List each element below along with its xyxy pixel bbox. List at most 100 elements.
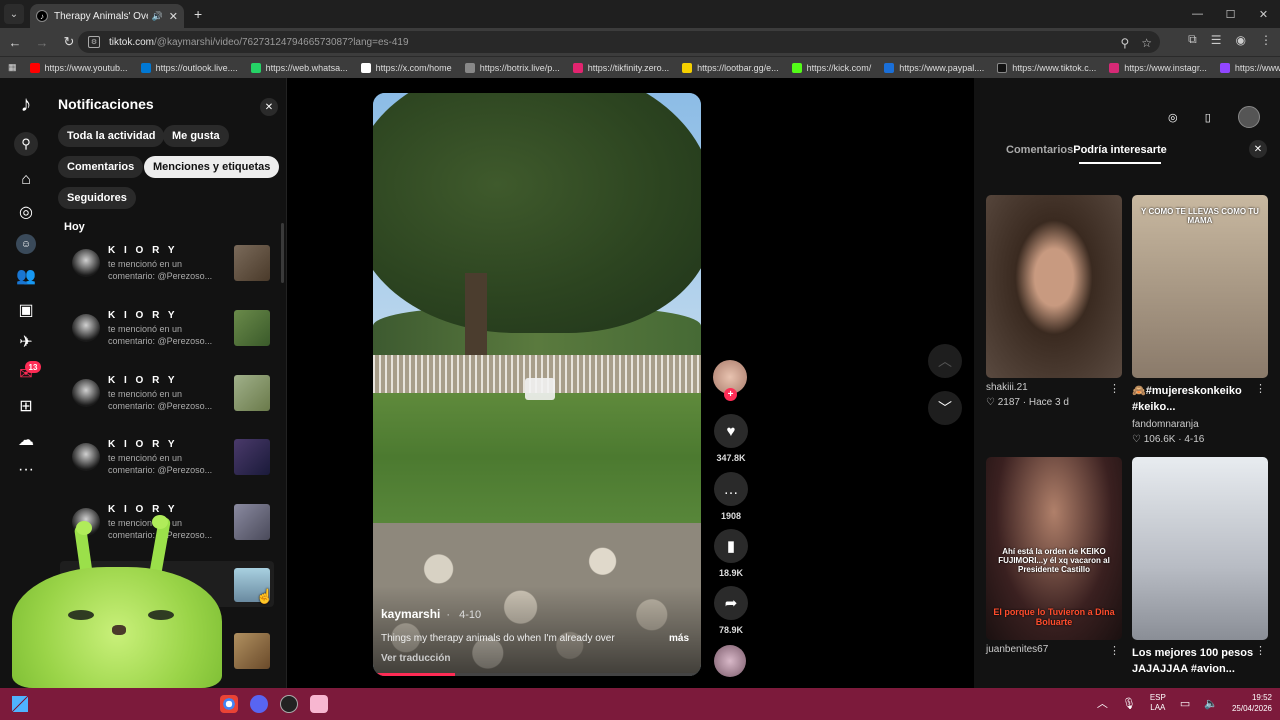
video-thumbnail[interactable] bbox=[234, 310, 270, 346]
avatar[interactable] bbox=[72, 249, 100, 277]
compass-icon[interactable]: ◎ bbox=[1168, 111, 1178, 124]
bookmark-7[interactable]: https://kick.com/ bbox=[791, 62, 871, 73]
bookmark-8[interactable]: https://www.paypal.... bbox=[884, 62, 984, 73]
video-author[interactable]: kaymarshi · 4-10 bbox=[381, 607, 481, 621]
video-thumbnail[interactable] bbox=[234, 245, 270, 281]
close-panel-icon[interactable]: ✕ bbox=[1249, 140, 1267, 158]
card-caption[interactable]: Los mejores 100 pesos JAJAJJAA #avion... bbox=[1132, 645, 1268, 677]
profile-icon[interactable]: ◉ bbox=[1236, 33, 1246, 47]
filter-followers[interactable]: Seguidores bbox=[58, 187, 136, 209]
notification-item[interactable]: K I O R Y te mencionó en un comentario: @… bbox=[72, 245, 272, 285]
back-icon[interactable]: ← bbox=[3, 30, 27, 54]
bookmark-2[interactable]: https://web.whatsa... bbox=[250, 62, 348, 73]
volume-icon[interactable]: 🔈 bbox=[1204, 697, 1218, 710]
video-thumbnail[interactable]: Ahí está la orden de KEIKO FUJIMORI...y … bbox=[986, 457, 1122, 640]
notification-item[interactable]: K I O R Y te mencionó en un comentario: @… bbox=[72, 439, 272, 479]
search-icon[interactable]: ⚲ bbox=[14, 132, 38, 156]
avatar[interactable] bbox=[72, 379, 100, 407]
video-thumbnail[interactable] bbox=[234, 375, 270, 411]
filter-comments[interactable]: Comentarios bbox=[58, 156, 144, 178]
suggested-video-card[interactable]: Ahí está la orden de KEIKO FUJIMORI...y … bbox=[986, 457, 1122, 657]
friends-icon[interactable]: 👥 bbox=[16, 266, 36, 286]
obs-icon[interactable] bbox=[280, 695, 298, 713]
clock[interactable]: 19:52 25/04/2026 bbox=[1232, 692, 1272, 714]
suggested-video-card[interactable]: Y COMO TE LLEVAS COMO TU MAMA ⋮ 🙈#mujere… bbox=[1132, 195, 1268, 445]
sound-disc-icon[interactable] bbox=[714, 645, 746, 677]
video-thumbnail[interactable] bbox=[234, 633, 270, 669]
tab-suggested[interactable]: Podría interesarte bbox=[1073, 144, 1167, 164]
notification-item[interactable]: K I O R Y te mencionó en un comentario: @… bbox=[72, 375, 272, 415]
more-options-icon[interactable]: ⋮ bbox=[1255, 644, 1266, 657]
bookmark-11[interactable]: https://www.twitch.t... bbox=[1219, 62, 1280, 73]
reading-list-icon[interactable]: ☰ bbox=[1211, 33, 1222, 47]
more-options-icon[interactable]: ⋮ bbox=[1255, 382, 1266, 395]
extensions-icon[interactable]: ⧉ bbox=[1188, 32, 1197, 47]
bookmark-icon[interactable]: ▮ bbox=[714, 529, 748, 563]
heart-icon[interactable]: ♥ bbox=[714, 414, 748, 448]
following-avatar-icon[interactable]: ☺ bbox=[16, 234, 36, 254]
upload-icon[interactable]: ⊞ bbox=[16, 396, 36, 416]
follow-plus-icon[interactable]: + bbox=[724, 388, 737, 401]
filter-mentions[interactable]: Menciones y etiquetas bbox=[144, 156, 280, 178]
bookmark-3[interactable]: https://x.com/home bbox=[360, 62, 452, 73]
discord-icon[interactable] bbox=[250, 695, 268, 713]
more-options-icon[interactable]: ⋮ bbox=[1109, 382, 1120, 395]
notification-item[interactable]: K I O R Y te mencionó en un comentario: @… bbox=[72, 310, 272, 350]
apps-icon[interactable]: ▦ bbox=[8, 62, 17, 73]
video-thumbnail[interactable] bbox=[234, 504, 270, 540]
messages-icon[interactable]: ✈ bbox=[16, 332, 36, 352]
share-icon[interactable]: ➦ bbox=[714, 586, 748, 620]
more-icon[interactable]: ··· bbox=[16, 460, 36, 480]
network-icon[interactable]: ▭ bbox=[1180, 697, 1190, 710]
bookmark-star-icon[interactable]: ☆ bbox=[1141, 36, 1152, 50]
video-more-button[interactable]: más bbox=[669, 633, 689, 644]
live-icon[interactable]: ▣ bbox=[16, 300, 36, 320]
bookmark-5[interactable]: https://tikfinity.zero... bbox=[572, 62, 669, 73]
maximize-icon[interactable]: ☐ bbox=[1214, 0, 1247, 28]
avatar[interactable] bbox=[72, 314, 100, 342]
tiktok-logo-icon[interactable]: ♪ bbox=[16, 91, 36, 116]
filter-all[interactable]: Toda la actividad bbox=[58, 125, 165, 147]
language-indicator[interactable]: ESP LAA bbox=[1150, 693, 1166, 713]
video-progress-bar[interactable] bbox=[373, 673, 701, 676]
bookmark-10[interactable]: https://www.instagr... bbox=[1109, 62, 1207, 73]
suggested-video-card[interactable]: ⋮ Los mejores 100 pesos JAJAJJAA #avion.… bbox=[1132, 457, 1268, 677]
address-bar[interactable]: ⚙ tiktok.com /@kaymarshi/video/762731247… bbox=[78, 31, 1160, 53]
card-user[interactable]: shakiii.21 bbox=[986, 382, 1122, 393]
avatar[interactable] bbox=[72, 443, 100, 471]
filter-likes[interactable]: Me gusta bbox=[163, 125, 229, 147]
user-avatar[interactable] bbox=[1237, 106, 1260, 128]
bookmark-0[interactable]: https://www.youtub... bbox=[29, 62, 128, 73]
tab-active[interactable]: ♪ Therapy Animals' Overstim 🔊 ✕ bbox=[30, 4, 184, 28]
video-thumbnail[interactable] bbox=[986, 195, 1122, 378]
bookmark-1[interactable]: https://outlook.live.... bbox=[140, 62, 238, 73]
home-icon[interactable]: ⌂ bbox=[16, 170, 36, 190]
scrollbar[interactable] bbox=[281, 223, 284, 283]
close-notifications-icon[interactable]: ✕ bbox=[260, 98, 278, 116]
explore-icon[interactable]: ◎ bbox=[16, 202, 36, 222]
card-user[interactable]: juanbenites67 bbox=[986, 644, 1122, 655]
comment-icon[interactable]: … bbox=[714, 472, 748, 506]
close-window-icon[interactable]: ✕ bbox=[1247, 0, 1280, 28]
new-tab-icon[interactable]: + bbox=[194, 6, 202, 22]
video-thumbnail[interactable] bbox=[234, 439, 270, 475]
forward-icon[interactable]: → bbox=[30, 30, 54, 54]
profile-avatar-icon[interactable]: ☁ bbox=[16, 430, 36, 450]
card-user[interactable]: fandomnaranja bbox=[1132, 419, 1268, 430]
minimize-icon[interactable]: — bbox=[1181, 0, 1214, 28]
windows-start-icon[interactable] bbox=[12, 696, 28, 712]
chrome-icon[interactable] bbox=[220, 695, 238, 713]
previous-video-icon[interactable]: ︿ bbox=[928, 344, 962, 378]
speaker-icon[interactable]: 🔊 bbox=[152, 11, 163, 22]
zoom-icon[interactable]: ⚲ bbox=[1120, 36, 1129, 50]
bookmark-9[interactable]: https://www.tiktok.c... bbox=[997, 62, 1096, 73]
video-player[interactable]: kaymarshi · 4-10 Things my therapy animal… bbox=[373, 93, 701, 676]
app-pink-icon[interactable] bbox=[310, 695, 328, 713]
microphone-icon[interactable]: 🎙 bbox=[1122, 697, 1136, 710]
menu-icon[interactable]: ⋮ bbox=[1260, 33, 1272, 47]
bookmark-6[interactable]: https://lootbar.gg/e... bbox=[682, 62, 779, 73]
tab-comments[interactable]: Comentarios bbox=[1006, 144, 1073, 156]
device-icon[interactable]: ▯ bbox=[1205, 111, 1211, 124]
tab-close-icon[interactable]: ✕ bbox=[169, 10, 178, 23]
tray-chevron-icon[interactable]: ︿ bbox=[1097, 695, 1108, 711]
